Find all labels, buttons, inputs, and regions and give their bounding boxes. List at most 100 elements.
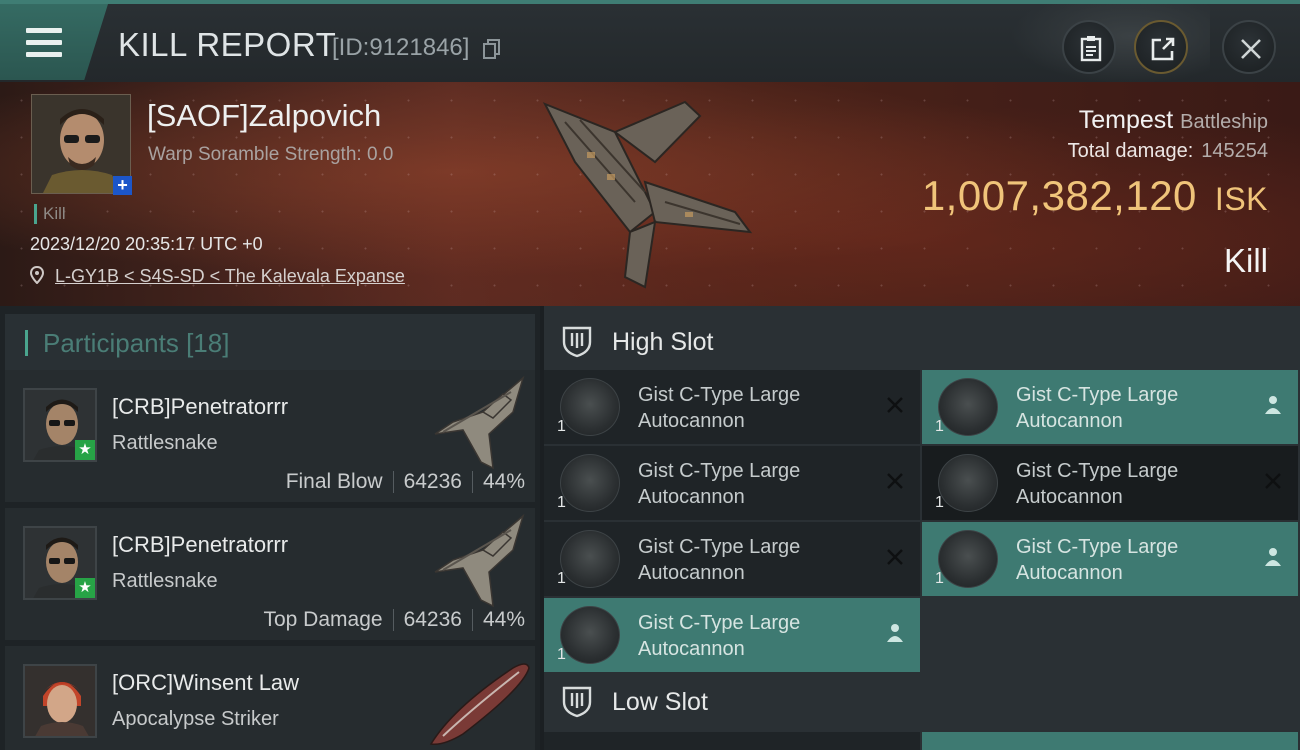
module-quantity: 1: [935, 570, 944, 587]
participant-avatar: [23, 664, 97, 738]
stat-divider: [392, 471, 394, 494]
module-name-line1: Gist C-Type Large: [1016, 536, 1179, 558]
kill-type-tag: Kill: [34, 204, 66, 224]
victim-name[interactable]: [SAOF]Zalpovich: [147, 98, 381, 134]
module-name-line1: Gist C-Type Large: [1016, 384, 1179, 406]
high-slot-label: High Slot: [612, 328, 714, 356]
warp-scramble-strength: Warp Soramble Strength: 0.0: [148, 144, 394, 165]
clipboard-button[interactable]: [1062, 20, 1116, 74]
module-slot[interactable]: 1 Gist C-Type Large Autocannon: [922, 446, 1298, 520]
participant-role: Top Damage: [263, 608, 383, 631]
hamburger-icon: [26, 28, 62, 64]
pilot-portrait-image: [25, 666, 95, 736]
module-slot[interactable]: 1 Gist C-Type Large Autocannon: [544, 446, 920, 520]
high-slot-header: High Slot: [544, 310, 1300, 370]
ship-type[interactable]: Tempest: [1079, 106, 1173, 134]
module-name-line2: Autocannon: [1016, 410, 1123, 432]
participant-damage: 64236: [403, 470, 462, 493]
module-quantity: 1: [557, 494, 566, 511]
share-button[interactable]: [1134, 20, 1188, 74]
module-name-line2: Autocannon: [1016, 562, 1123, 584]
module-name-line1: Gist C-Type Large: [638, 536, 801, 558]
close-button[interactable]: [1222, 20, 1276, 74]
participant-name[interactable]: [ORC]Winsent Law: [112, 670, 299, 696]
destroyed-icon: [887, 473, 903, 489]
total-damage-label: Total damage:: [1067, 140, 1194, 162]
module-slot[interactable]: [544, 732, 920, 750]
module-slot[interactable]: 1 Gist C-Type Large Autocannon: [922, 370, 1298, 444]
module-name-line2: Autocannon: [638, 410, 745, 432]
participant-ship-image: [434, 513, 525, 608]
autocannon-icon: [560, 606, 620, 664]
stat-divider: [471, 471, 473, 494]
autocannon-icon: [938, 378, 998, 436]
autocannon-icon: [938, 530, 998, 588]
destroyed-icon: [1265, 473, 1281, 489]
autocannon-icon: [938, 454, 998, 512]
stat-divider: [471, 609, 473, 632]
close-icon: [1241, 39, 1261, 59]
kill-location[interactable]: L-GY1B < S4S-SD < The Kalevala Expanse: [29, 265, 405, 287]
low-slot-icon: [562, 686, 592, 718]
add-contact-icon[interactable]: +: [113, 176, 132, 195]
total-damage: Total damage: 145254: [1068, 140, 1268, 163]
participant-ship-image: [434, 375, 525, 470]
module-name: Gist C-Type Large Autocannon: [638, 610, 868, 662]
copy-icon[interactable]: [483, 39, 501, 59]
menu-button[interactable]: [0, 4, 108, 80]
module-quantity: 1: [557, 418, 566, 435]
module-name-line1: Gist C-Type Large: [638, 460, 801, 482]
participant-percent: 44%: [482, 470, 525, 493]
participant-name[interactable]: [CRB]Penetratorrr: [112, 532, 288, 558]
module-name-line1: Gist C-Type Large: [638, 612, 801, 634]
participant-ship: Rattlesnake: [112, 570, 218, 592]
dropped-person-icon: [1265, 396, 1281, 414]
module-name-line1: Gist C-Type Large: [1016, 460, 1179, 482]
destroyed-icon: [887, 397, 903, 413]
dropped-person-icon: [1265, 548, 1281, 566]
participant-ship-image: [429, 663, 530, 746]
low-slot-header: Low Slot: [544, 670, 1300, 730]
module-name-line1: Gist C-Type Large: [638, 384, 801, 406]
participant-row[interactable]: ★ [CRB]Penetratorrr Rattlesnake Final Bl…: [5, 370, 535, 502]
module-quantity: 1: [557, 570, 566, 587]
autocannon-icon: [560, 454, 620, 512]
report-id: [ID:9121846]: [332, 34, 470, 61]
module-quantity: 1: [935, 494, 944, 511]
module-name: Gist C-Type Large Autocannon: [1016, 382, 1246, 434]
clipboard-icon: [1080, 36, 1102, 62]
participant-row[interactable]: [ORC]Winsent Law Apocalypse Striker: [5, 646, 535, 750]
victim-banner: + [SAOF]Zalpovich Warp Soramble Strength…: [0, 82, 1300, 306]
fitting-panel: High Slot 1 Gist C-Type Large Autocannon …: [544, 306, 1300, 750]
top-bar: KILL REPORT [ID:9121846]: [0, 0, 1300, 84]
participant-percent: 44%: [482, 608, 525, 631]
module-name-line2: Autocannon: [638, 486, 745, 508]
page-title: KILL REPORT: [118, 26, 337, 63]
module-quantity: 1: [557, 646, 566, 663]
victim-ship-name: Tempest Battleship: [1079, 106, 1268, 135]
location-pin-icon: [29, 265, 45, 285]
kill-datetime: 2023/12/20 20:35:17 UTC +0: [30, 234, 263, 254]
module-slot[interactable]: 1 Gist C-Type Large Autocannon: [922, 522, 1298, 596]
high-slot-icon: [562, 326, 592, 358]
participants-count: [18]: [186, 328, 230, 358]
module-slot[interactable]: [922, 732, 1298, 750]
result-label: Kill: [1223, 242, 1268, 279]
victim-ship-image: [542, 100, 753, 289]
header-accent-bar: [25, 330, 28, 356]
location-link[interactable]: L-GY1B < S4S-SD < The Kalevala Expanse: [55, 266, 405, 286]
module-name: Gist C-Type Large Autocannon: [1016, 534, 1246, 586]
participant-role: Final Blow: [285, 470, 383, 493]
participants-title: Participants [18]: [43, 328, 229, 359]
isk-value: 1,007,382,120 ISK: [922, 172, 1268, 220]
participant-name[interactable]: [CRB]Penetratorrr: [112, 394, 288, 420]
module-name-line2: Autocannon: [1016, 486, 1123, 508]
participants-panel: Participants [18] ★ [CRB]Penetratorrr Ra…: [0, 306, 540, 750]
module-slot[interactable]: 1 Gist C-Type Large Autocannon: [544, 598, 920, 672]
autocannon-icon: [560, 378, 620, 436]
module-slot[interactable]: 1 Gist C-Type Large Autocannon: [544, 370, 920, 444]
module-slot[interactable]: 1 Gist C-Type Large Autocannon: [544, 522, 920, 596]
share-icon: [1151, 37, 1175, 61]
participant-row[interactable]: ★ [CRB]Penetratorrr Rattlesnake Top Dama…: [5, 508, 535, 640]
participants-header[interactable]: Participants [18]: [5, 314, 535, 370]
